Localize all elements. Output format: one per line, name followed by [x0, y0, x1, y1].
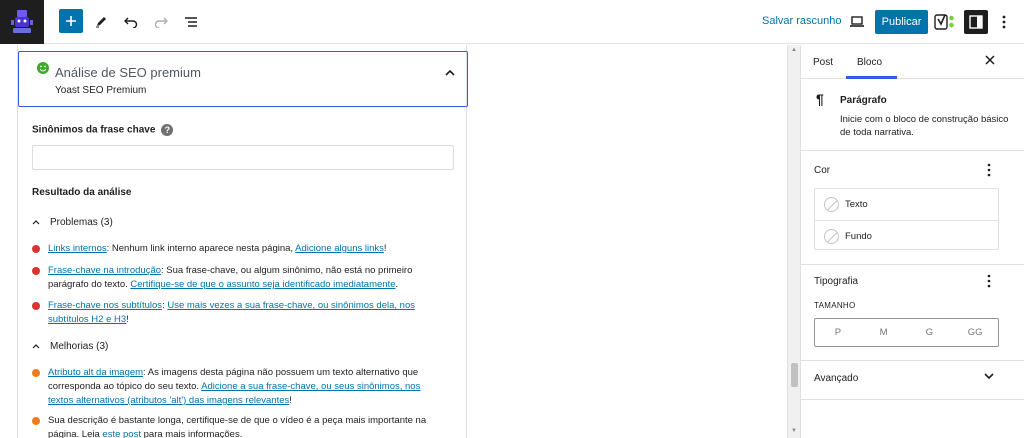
yoast-icon [934, 14, 954, 30]
color-options: Texto Fundo [814, 188, 999, 250]
bad-bullet [32, 267, 40, 275]
analysis-results-label: Resultado da análise [32, 187, 132, 198]
more-vertical-icon[interactable] [987, 163, 991, 177]
result-text-tail: ! [383, 243, 387, 254]
color-text-label: Texto [845, 199, 868, 210]
result-link[interactable]: Links internos [48, 243, 107, 254]
typography-panel-title: Tipografia [814, 276, 859, 287]
more-vertical-icon[interactable] [987, 274, 991, 288]
block-name: Parágrafo [840, 95, 887, 106]
scroll-down-arrow-icon[interactable]: ▼ [791, 428, 797, 434]
result-action-link[interactable]: Certifique-se de que o assunto seja iden… [130, 279, 395, 290]
tools-button[interactable] [87, 8, 115, 36]
scroll-thumb[interactable] [791, 363, 798, 387]
plus-icon [66, 16, 76, 26]
advanced-panel-toggle[interactable]: Avançado [814, 373, 858, 384]
improvements-toggle[interactable]: Melhorias (3) [32, 341, 108, 352]
color-background-label: Fundo [845, 230, 872, 242]
site-logo[interactable] [0, 0, 44, 44]
chevron-up-icon [32, 220, 40, 225]
editor-canvas: Análise de SEO premium Yoast SEO Premium… [0, 45, 787, 438]
divider [801, 360, 1024, 361]
save-draft-button[interactable]: Salvar rascunho [762, 15, 842, 27]
pencil-icon [96, 17, 106, 28]
synonyms-input[interactable] [32, 145, 454, 170]
result-text-tail: ! [126, 314, 129, 325]
result-link[interactable]: Frase-chave nos subtítulos [48, 300, 162, 311]
options-button[interactable] [996, 10, 1012, 34]
bad-bullet [32, 245, 40, 253]
synonyms-label-text: Sinônimos da frase chave [32, 124, 156, 136]
font-size-label: TAMANHO [814, 301, 856, 310]
result-text-tail: ! [289, 395, 292, 406]
font-size-extra-large[interactable]: GG [952, 319, 998, 346]
document-overview-button[interactable] [177, 8, 205, 36]
font-size-medium[interactable]: M [861, 319, 907, 346]
divider [801, 399, 1024, 400]
smiley-good-icon [37, 62, 49, 74]
problems-toggle[interactable]: Problemas (3) [32, 217, 113, 228]
empty-swatch-icon [824, 228, 839, 244]
paragraph-icon: ¶ [816, 91, 824, 107]
result-text-tail: para mais informações. [140, 429, 243, 438]
list-view-icon [185, 17, 197, 27]
chevron-down-icon[interactable] [984, 373, 994, 380]
color-background-option[interactable]: Fundo [815, 220, 998, 251]
help-icon[interactable]: ? [161, 124, 174, 136]
block-card: ¶ Parágrafo Inicie com o bloco de constr… [801, 79, 1024, 151]
list-item: Frase-chave na introdução: Sua frase-cha… [32, 264, 442, 292]
improvements-header: Melhorias (3) [50, 341, 109, 352]
preview-button[interactable] [843, 8, 871, 36]
seo-analysis-subtitle: Yoast SEO Premium [55, 85, 147, 96]
sidebar-toggle-icon [969, 15, 983, 29]
close-icon[interactable] [985, 55, 995, 65]
editor-scrollbar[interactable]: ▲ ▼ [787, 45, 800, 438]
settings-sidebar: Post Bloco ¶ Parágrafo Inicie com o bloc… [800, 45, 1024, 438]
chevron-up-icon [32, 344, 40, 349]
redo-icon [154, 17, 168, 28]
seo-analysis-toggle[interactable]: Análise de SEO premium Yoast SEO Premium [18, 51, 468, 107]
undo-button[interactable] [117, 8, 145, 36]
chevron-up-icon [445, 69, 455, 76]
divider [801, 264, 1024, 265]
list-item: Links internos: Nenhum link interno apar… [32, 242, 442, 256]
seo-analysis-title: Análise de SEO premium [55, 65, 201, 80]
result-link[interactable]: Atributo alt da imagem [48, 367, 143, 378]
tab-post[interactable]: Post [813, 57, 833, 68]
add-block-button[interactable] [59, 9, 83, 33]
sidebar-tabs: Post Bloco [801, 45, 1024, 79]
undo-icon [124, 17, 138, 28]
result-text: : Nenhum link interno aparece nesta pági… [106, 243, 296, 254]
ok-bullet [32, 369, 40, 377]
result-text-tail: . [395, 279, 399, 290]
ok-bullet [32, 417, 40, 425]
editor-toolbar: Salvar rascunho Publicar [0, 0, 1024, 44]
result-link[interactable]: Frase-chave na introdução [48, 265, 161, 276]
font-size-picker: P M G GG [814, 318, 999, 347]
site-logo-icon [11, 10, 33, 33]
color-text-option[interactable]: Texto [815, 189, 998, 220]
laptop-icon [850, 16, 864, 27]
settings-button[interactable] [964, 10, 988, 34]
list-item: Frase-chave nos subtítulos: Use mais vez… [32, 299, 442, 327]
publish-button[interactable]: Publicar [875, 10, 928, 34]
list-item: Sua descrição é bastante longa, certifiq… [32, 414, 442, 438]
font-size-small[interactable]: P [815, 319, 861, 346]
block-description: Inicie com o bloco de construção básico … [840, 114, 1009, 138]
redo-button[interactable] [147, 8, 175, 36]
result-action-link[interactable]: Adicione alguns links [295, 243, 384, 254]
list-item: Atributo alt da imagem: As imagens desta… [32, 366, 442, 408]
problems-header: Problemas (3) [50, 217, 113, 228]
yoast-metabox: Análise de SEO premium Yoast SEO Premium… [17, 45, 468, 438]
font-size-large[interactable]: G [907, 319, 953, 346]
color-panel-title: Cor [814, 165, 831, 176]
synonyms-label: Sinônimos da frase chave? [32, 124, 174, 136]
yoast-seo-button[interactable] [934, 10, 956, 34]
scroll-up-arrow-icon[interactable]: ▲ [791, 47, 797, 53]
tab-block[interactable]: Bloco [857, 57, 882, 68]
bad-bullet [32, 302, 40, 310]
more-vertical-icon [1002, 15, 1006, 29]
empty-swatch-icon [824, 197, 839, 212]
result-action-link[interactable]: este post [102, 429, 141, 438]
